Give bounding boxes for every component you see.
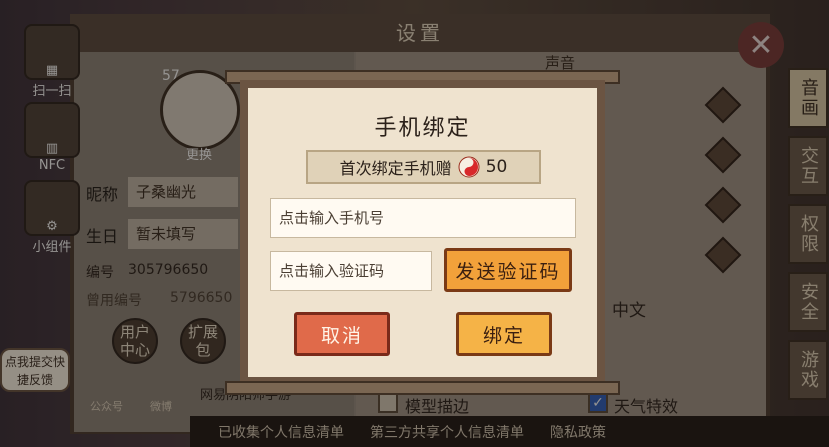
dialog-title: 手机绑定 (374, 116, 471, 141)
phone-number-input[interactable]: 点击输入手机号 (270, 198, 576, 238)
magatama-icon (458, 156, 480, 178)
reward-amount: 50 (485, 157, 508, 177)
bind-button[interactable]: 绑定 (456, 312, 552, 356)
verification-code-input[interactable]: 点击输入验证码 (270, 251, 432, 291)
reward-text: 首次绑定手机赠 (339, 159, 452, 178)
send-code-button[interactable]: 发送验证码 (444, 248, 572, 292)
reward-banner: 首次绑定手机赠 50 (306, 150, 541, 184)
cancel-button[interactable]: 取消 (294, 312, 390, 356)
scroll-rod-bottom (225, 381, 620, 395)
